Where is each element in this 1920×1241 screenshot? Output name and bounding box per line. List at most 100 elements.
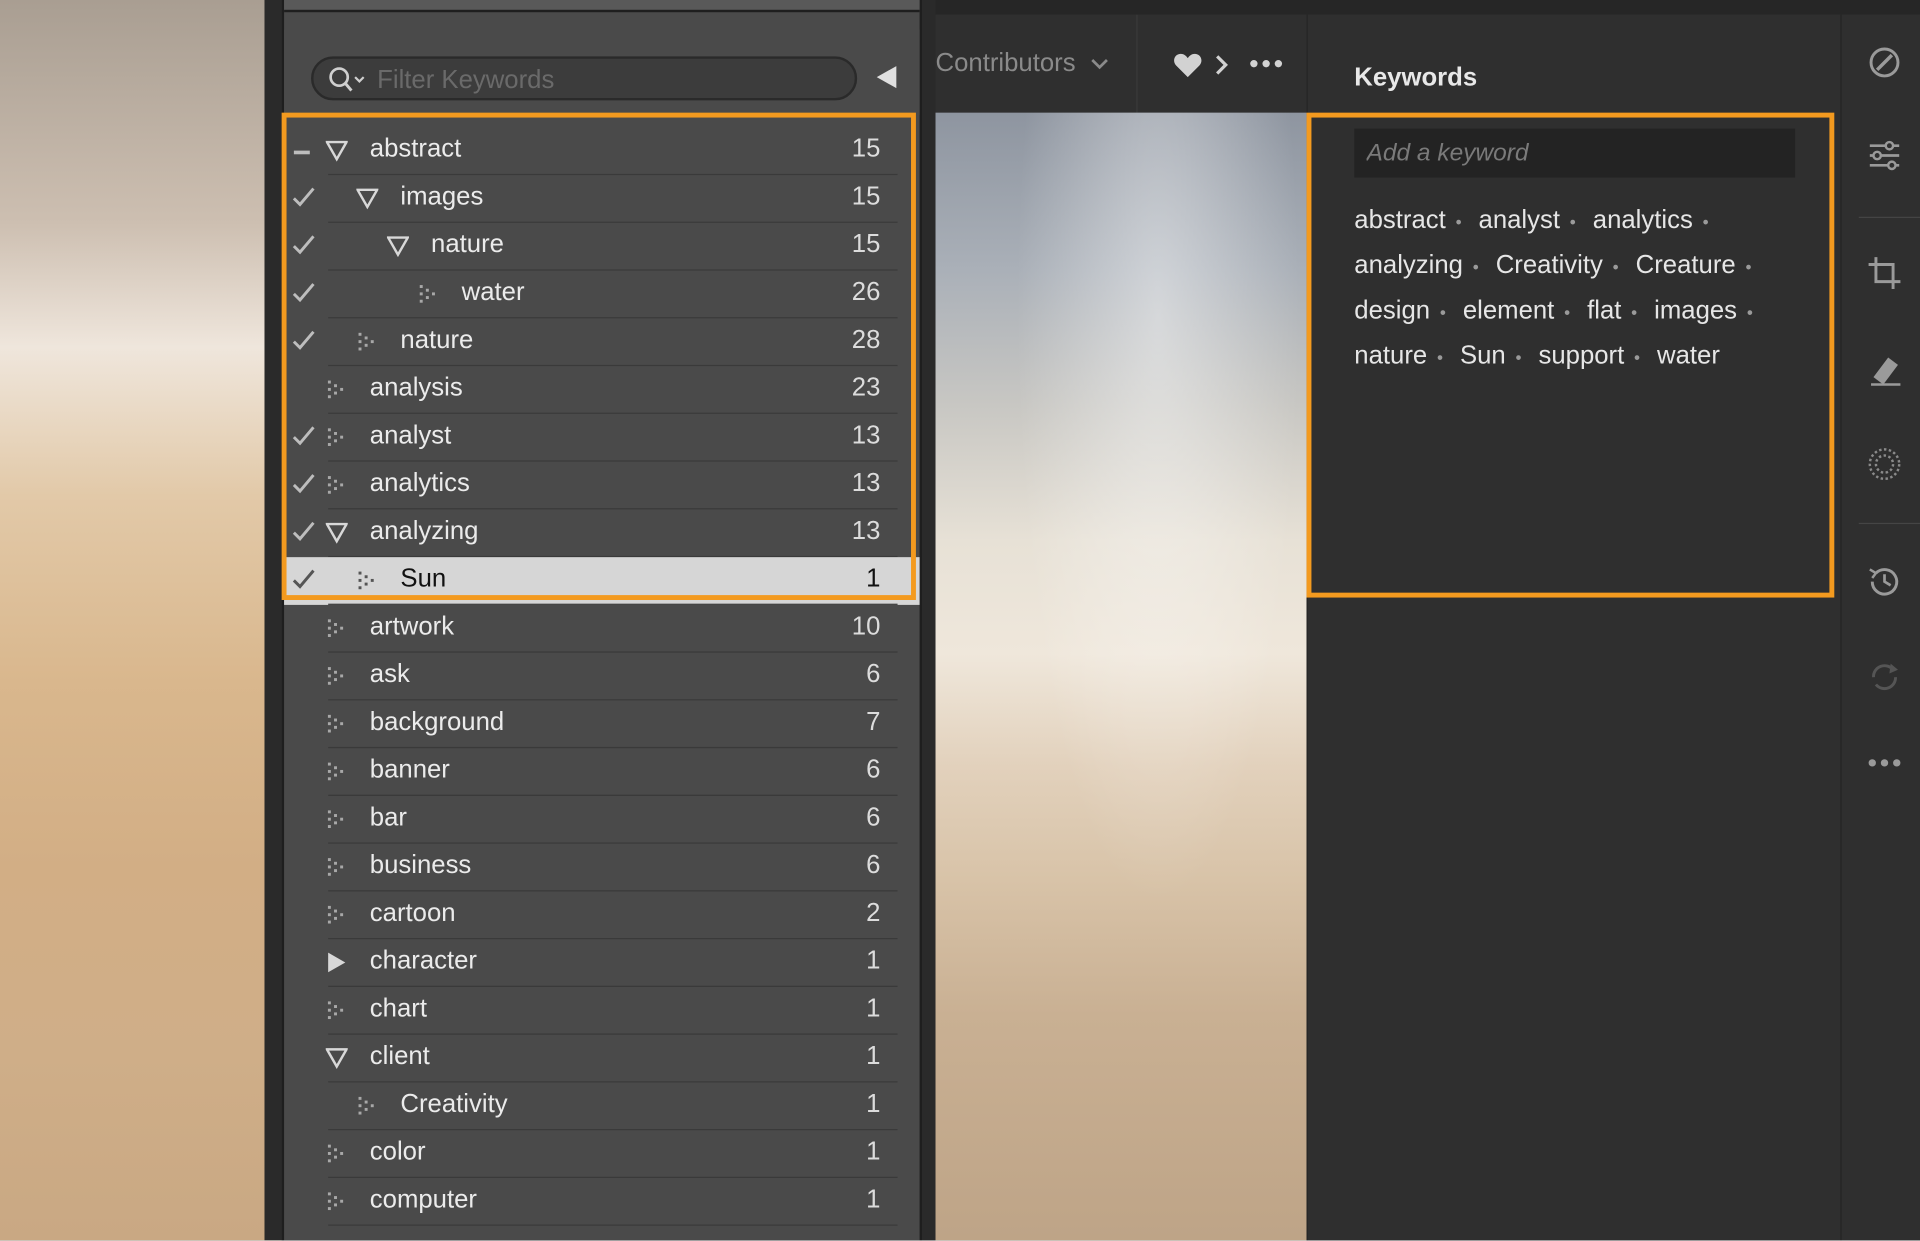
keyword-count: 28 xyxy=(851,325,881,354)
check-icon[interactable] xyxy=(291,568,315,590)
keyword-row[interactable]: business 6 xyxy=(284,844,920,892)
search-icon[interactable] xyxy=(328,66,370,93)
keyword-label: ask xyxy=(369,660,410,689)
keyword-label: nature xyxy=(431,230,504,259)
add-keyword-input[interactable] xyxy=(1354,128,1796,178)
keyword-row[interactable]: color 1 xyxy=(284,1130,920,1178)
check-icon[interactable] xyxy=(291,234,315,256)
check-icon[interactable] xyxy=(291,473,315,495)
chevron-right-icon[interactable] xyxy=(1213,54,1230,76)
keyword-tag[interactable]: images xyxy=(1654,296,1737,324)
expanded-triangle-icon[interactable] xyxy=(325,1047,348,1069)
keyword-count: 6 xyxy=(866,660,881,689)
keyword-row[interactable]: background 7 xyxy=(284,700,920,749)
filter-keywords-input[interactable] xyxy=(374,62,845,100)
keyword-row[interactable]: analysis 23 xyxy=(284,366,920,414)
keyword-count: 26 xyxy=(851,277,881,307)
keyword-tag[interactable]: support xyxy=(1538,342,1624,370)
photo-background-left xyxy=(0,0,282,1241)
keyword-tag[interactable]: analyzing xyxy=(1354,251,1463,279)
leaf-keyword-icon xyxy=(419,285,435,303)
keyword-label: bar xyxy=(369,803,407,832)
keyword-count: 23 xyxy=(851,373,881,402)
keyword-label: background xyxy=(369,707,505,736)
keyword-tag[interactable]: nature xyxy=(1354,342,1427,370)
more-icon[interactable] xyxy=(1249,59,1283,69)
keyword-row[interactable]: computer 1 xyxy=(284,1178,920,1226)
check-icon[interactable] xyxy=(291,329,315,351)
keyword-tag[interactable]: Sun xyxy=(1460,342,1506,370)
keyword-row[interactable]: Creativity 1 xyxy=(284,1082,920,1131)
keyword-label: analyst xyxy=(369,421,452,450)
collapsed-triangle-icon[interactable] xyxy=(326,951,348,973)
keyword-row[interactable]: banner 6 xyxy=(284,748,920,796)
keyword-row[interactable]: nature 28 xyxy=(284,318,920,367)
leaf-keyword-icon xyxy=(327,667,344,685)
keyword-row[interactable]: ask 6 xyxy=(284,653,920,701)
expanded-triangle-icon[interactable] xyxy=(356,187,379,210)
expanded-triangle-icon[interactable] xyxy=(325,140,348,162)
collapse-panel-icon[interactable] xyxy=(874,64,901,91)
filter-field[interactable] xyxy=(311,56,858,101)
keyword-row[interactable]: analyzing 13 xyxy=(284,509,920,558)
keyword-label: character xyxy=(369,946,478,975)
tag-separator: • xyxy=(1634,347,1641,368)
expanded-triangle-icon[interactable] xyxy=(325,522,348,544)
keyword-row[interactable]: Sun 1 xyxy=(284,557,920,605)
edit-icon[interactable] xyxy=(1866,44,1903,81)
masking-icon[interactable] xyxy=(1866,446,1903,483)
sliders-icon[interactable] xyxy=(1866,137,1903,174)
keyword-list-panel: abstract15images15 nature 15 water26nature2… xyxy=(264,0,936,1241)
keyword-row[interactable]: chart 1 xyxy=(284,987,920,1035)
keyword-label: analyzing xyxy=(369,516,479,545)
keyword-count: 15 xyxy=(851,230,881,259)
keyword-label: Sun xyxy=(400,564,447,593)
keyword-row[interactable]: artwork 10 xyxy=(284,605,920,653)
keyword-count: 6 xyxy=(866,851,881,880)
keyword-row[interactable]: nature 15 xyxy=(284,223,920,271)
keyword-row[interactable]: abstract 15 xyxy=(284,127,920,176)
tag-separator: • xyxy=(1515,347,1522,368)
keyword-label: abstract xyxy=(369,134,462,163)
keyword-tag[interactable]: abstract xyxy=(1354,206,1445,234)
leaf-keyword-icon xyxy=(327,858,344,876)
screen: abstract15images15nature15water26nature2… xyxy=(0,0,1920,1241)
keyword-row[interactable]: bar 6 xyxy=(284,796,920,844)
keyword-row[interactable]: water 26 xyxy=(284,271,920,319)
keyword-tag[interactable]: Creature xyxy=(1636,251,1736,279)
crop-icon[interactable] xyxy=(1866,255,1903,292)
keyword-tag[interactable]: Creativity xyxy=(1496,251,1603,279)
expanded-triangle-icon[interactable] xyxy=(386,235,409,258)
keyword-label: cartoon xyxy=(369,898,456,927)
keyword-tag[interactable]: element xyxy=(1463,296,1554,324)
sync-icon[interactable] xyxy=(1866,659,1903,696)
heart-icon[interactable] xyxy=(1173,51,1202,78)
check-icon[interactable] xyxy=(291,425,315,447)
keyword-row[interactable]: cartoon 2 xyxy=(284,891,920,940)
healing-icon[interactable] xyxy=(1866,350,1903,387)
keyword-row[interactable]: analyst 13 xyxy=(284,414,920,462)
history-icon[interactable] xyxy=(1866,563,1903,600)
keyword-tag[interactable]: analytics xyxy=(1593,206,1693,234)
check-icon[interactable] xyxy=(291,282,315,304)
keyword-tag[interactable]: water xyxy=(1657,342,1720,370)
keyword-label: analysis xyxy=(369,373,463,402)
keyword-tag[interactable]: design xyxy=(1354,296,1430,324)
check-icon[interactable] xyxy=(291,520,315,542)
tool-rail xyxy=(1840,14,1920,1241)
contributors-dropdown[interactable]: Contributors xyxy=(936,49,1110,78)
partial-check-icon[interactable] xyxy=(293,150,310,155)
keyword-row[interactable]: analytics 13 xyxy=(284,462,920,510)
app-window: abstract15images15nature15water26nature2… xyxy=(0,0,1920,1241)
keyword-label: computer xyxy=(369,1185,478,1214)
keyword-row[interactable]: client 1 xyxy=(284,1035,920,1083)
keyword-row[interactable]: images 15 xyxy=(284,175,920,223)
more-vertical-icon[interactable] xyxy=(1866,744,1903,781)
keyword-row[interactable]: character 1 xyxy=(284,939,920,987)
leaf-keyword-icon xyxy=(327,428,344,446)
top-strip xyxy=(935,0,1920,15)
keyword-count: 1 xyxy=(866,1137,881,1166)
keyword-tag[interactable]: flat xyxy=(1587,296,1621,324)
check-icon[interactable] xyxy=(291,186,315,208)
keyword-tag[interactable]: analyst xyxy=(1479,206,1560,234)
